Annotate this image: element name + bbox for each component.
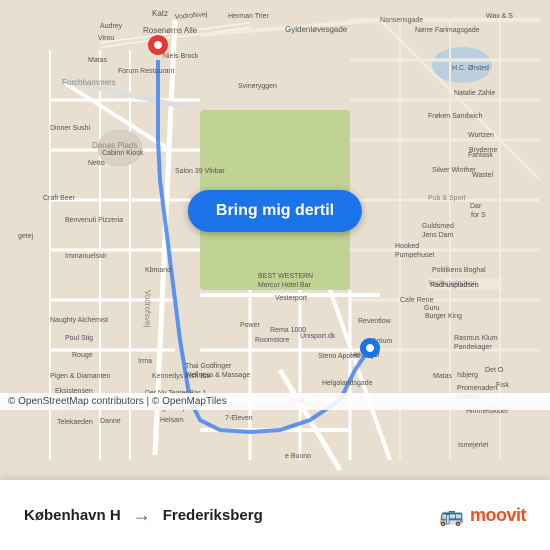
svg-text:Bryderne: Bryderne — [469, 147, 498, 154]
svg-text:Helgolandsgade: Helgolandsgade — [322, 380, 373, 387]
svg-text:getej: getej — [18, 233, 34, 240]
svg-text:Wax & S: Wax & S — [486, 13, 513, 20]
svg-text:Katz: Katz — [152, 9, 168, 18]
route-info: København H → Frederiksberg — [24, 505, 439, 526]
copyright-text: © OpenStreetMap contributors | © OpenMap… — [8, 396, 227, 407]
svg-text:Roomstore: Roomstore — [255, 337, 289, 344]
svg-text:Pandekager: Pandekager — [454, 344, 492, 351]
svg-text:Frøken Sandwich: Frøken Sandwich — [428, 113, 483, 120]
svg-text:Craft Beer: Craft Beer — [43, 195, 76, 202]
bottom-bar: København H → Frederiksberg 🚌 moovit — [0, 480, 550, 550]
svg-text:Power: Power — [240, 322, 261, 329]
svg-text:Promenaden: Promenaden — [457, 385, 497, 392]
svg-text:Pigen & Diamanten: Pigen & Diamanten — [50, 373, 110, 380]
svg-text:Niels Brock: Niels Brock — [163, 53, 199, 60]
svg-text:Svineryggen: Svineryggen — [238, 83, 277, 90]
svg-text:Unisport.dk: Unisport.dk — [300, 333, 336, 340]
svg-text:Fisk: Fisk — [496, 382, 509, 389]
svg-text:Kbmand: Kbmand — [145, 267, 171, 274]
svg-text:Helsam: Helsam — [160, 417, 184, 424]
moovit-brand-text: moovit — [470, 505, 526, 526]
svg-text:Irma: Irma — [138, 358, 152, 365]
svg-text:Thai Godfinger: Thai Godfinger — [185, 363, 232, 370]
svg-text:Matas: Matas — [433, 373, 453, 380]
svg-text:H.C. Ørsted: H.C. Ørsted — [452, 65, 489, 72]
svg-text:Radhuspladsen: Radhuspladsen — [430, 282, 479, 289]
svg-text:Burger King: Burger King — [425, 313, 462, 320]
svg-text:Matas: Matas — [88, 57, 108, 64]
svg-text:Dar: Dar — [470, 203, 482, 210]
svg-text:Det O: Det O — [485, 367, 504, 374]
svg-text:Forchhammers: Forchhammers — [62, 78, 116, 87]
moovit-logo: 🚌 moovit — [439, 503, 526, 528]
svg-text:Guldsmed: Guldsmed — [422, 223, 454, 230]
svg-text:Salon 39 Vlnbar: Salon 39 Vlnbar — [175, 168, 225, 175]
svg-text:Immanuelskir: Immanuelskir — [65, 253, 107, 260]
svg-text:7-Eleven: 7-Eleven — [225, 415, 253, 422]
svg-text:Hooked: Hooked — [395, 243, 419, 250]
svg-text:Netto: Netto — [88, 160, 105, 167]
origin-label: København H — [24, 507, 121, 524]
svg-text:Politikens Boghal: Politikens Boghal — [432, 267, 486, 274]
svg-text:Silver Winther: Silver Winther — [432, 167, 476, 174]
svg-text:Gyldenløvesgade: Gyldenløvesgade — [285, 25, 348, 34]
svg-text:Forum Restaurant: Forum Restaurant — [118, 68, 174, 75]
svg-text:Mercur Hotel Bar: Mercur Hotel Bar — [258, 282, 312, 289]
svg-text:Virou: Virou — [98, 35, 114, 42]
svg-text:Rosenørns Alle: Rosenørns Alle — [143, 26, 198, 35]
svg-text:BEST WESTERN: BEST WESTERN — [258, 273, 313, 280]
moovit-bus-icon: 🚌 — [439, 503, 464, 528]
svg-text:Pub & Sport: Pub & Sport — [428, 195, 466, 202]
svg-text:Dinner Sushi: Dinner Sushi — [50, 125, 91, 132]
svg-text:Ismejerlet: Ismejerlet — [458, 442, 488, 449]
svg-text:Danne: Danne — [100, 418, 121, 425]
svg-text:Nørre Farimagsgade: Nørre Farimagsgade — [415, 27, 480, 34]
svg-text:Wurtzen: Wurtzen — [468, 132, 494, 139]
arrow-icon: → — [133, 505, 151, 526]
map-container: Katz Rosenørns Alle Vodrofsvej Herman Tr… — [0, 0, 550, 480]
svg-text:Vodrofsvej: Vodrofsvej — [143, 290, 152, 328]
svg-text:Benvenuti Pizzeria: Benvenuti Pizzeria — [65, 217, 123, 224]
svg-text:Jens Dam: Jens Dam — [422, 232, 454, 239]
svg-text:for S: for S — [471, 212, 486, 219]
svg-text:Reventlow: Reventlow — [358, 318, 392, 325]
svg-text:Wellness & Massage: Wellness & Massage — [185, 372, 250, 379]
svg-text:Wastel: Wastel — [472, 172, 494, 179]
svg-text:Pumpehuset: Pumpehuset — [395, 252, 434, 259]
svg-text:Danas Plads: Danas Plads — [92, 141, 137, 150]
svg-text:Herman Trier: Herman Trier — [228, 13, 270, 20]
svg-text:Audrey: Audrey — [100, 23, 123, 30]
svg-text:Natalie Zahle: Natalie Zahle — [454, 90, 495, 97]
svg-text:Vesterport: Vesterport — [275, 295, 307, 302]
svg-text:Cabinn Kiosk: Cabinn Kiosk — [102, 150, 144, 157]
bring-me-there-button[interactable]: Bring mig dertil — [188, 190, 362, 232]
svg-text:Nansensgade: Nansensgade — [380, 17, 423, 24]
svg-text:Guru: Guru — [424, 305, 440, 312]
svg-text:Naughty Alchemist: Naughty Alchemist — [50, 317, 108, 324]
destination-label: Frederiksberg — [163, 507, 263, 524]
copyright-bar: © OpenStreetMap contributors | © OpenMap… — [0, 393, 550, 410]
svg-text:e Buono: e Buono — [285, 453, 311, 460]
svg-text:Telekaeden: Telekaeden — [57, 419, 93, 426]
svg-text:Poul Stig: Poul Stig — [65, 335, 93, 342]
svg-text:Rouge: Rouge — [72, 352, 93, 359]
svg-text:Rasmus Klum: Rasmus Klum — [454, 335, 498, 342]
svg-text:Cafe Rene: Cafe Rene — [400, 297, 434, 304]
svg-text:Isbjerg: Isbjerg — [457, 372, 478, 379]
